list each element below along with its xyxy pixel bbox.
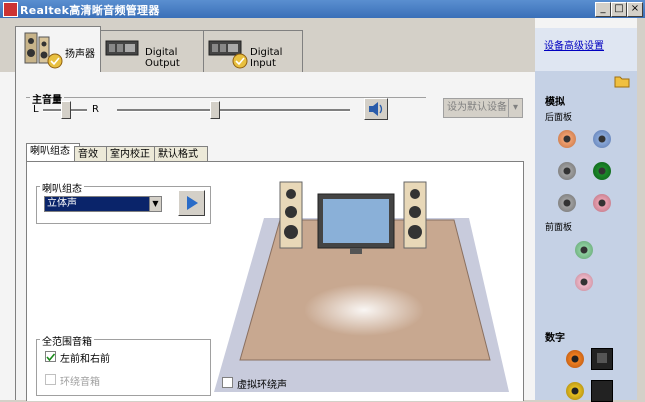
tab-digital-input[interactable]: Digital Input <box>203 30 303 73</box>
jack-rear-green[interactable] <box>593 162 611 180</box>
digital-output-icon <box>105 40 139 56</box>
front-speakers-label: 左前和右前 <box>60 354 110 365</box>
virtual-surround-checkbox[interactable] <box>222 377 233 388</box>
balance-right-label: R <box>92 104 99 115</box>
mute-button[interactable] <box>364 98 388 120</box>
speaker-config-select[interactable]: 立体声 ▼ <box>44 196 162 212</box>
jack-rear-gray-1[interactable] <box>558 162 576 180</box>
surround-speakers-checkbox[interactable] <box>45 374 56 385</box>
tab-default-format[interactable]: 默认格式 <box>154 146 208 162</box>
jack-front-green[interactable] <box>575 241 593 259</box>
advanced-settings-link[interactable]: 设备高级设置 <box>544 37 604 52</box>
app-icon <box>3 2 18 17</box>
tab-speaker-config-label: 喇叭组态 <box>30 146 70 157</box>
volume-slider-thumb[interactable] <box>210 101 220 119</box>
tab-room-correction-label: 室内校正 <box>110 149 150 160</box>
speaker-volume-icon <box>369 102 383 116</box>
front-speakers-checkbox[interactable] <box>45 351 56 362</box>
play-test-button[interactable] <box>178 190 205 216</box>
analog-label: 模拟 <box>545 97 565 108</box>
balance-slider-thumb[interactable] <box>61 101 71 119</box>
optical-port-icon-2[interactable] <box>591 380 613 402</box>
set-default-device-label: 设为默认设备 <box>447 102 507 113</box>
set-default-device-button[interactable]: 设为默认设备 ▾ <box>443 98 523 118</box>
fullrange-label: 全范围音箱 <box>40 333 94 348</box>
window-title: Realtek高清晰音频管理器 <box>20 4 160 17</box>
minimize-button[interactable]: _ <box>595 2 611 17</box>
virtual-surround-label: 虚拟环绕声 <box>237 380 287 391</box>
digital-input-icon <box>208 40 248 69</box>
tab-digital-output[interactable]: Digital Output <box>100 30 204 73</box>
surround-speakers-label: 环绕音箱 <box>60 377 100 388</box>
digital-label: 数字 <box>545 333 565 344</box>
maximize-button[interactable]: □ <box>611 2 627 17</box>
tab-speakers[interactable]: 扬声器 <box>15 26 101 74</box>
checkmark-icon <box>46 353 56 362</box>
speaker-icon <box>24 32 63 69</box>
tab-default-format-label: 默认格式 <box>158 149 198 160</box>
jack-rear-pink[interactable] <box>593 194 611 212</box>
front-panel-label: 前面板 <box>545 223 573 233</box>
chevron-down-icon: ▼ <box>149 197 161 211</box>
tab-speaker-config[interactable]: 喇叭组态 <box>26 143 80 162</box>
play-icon <box>187 196 198 210</box>
tab-speakers-label: 扬声器 <box>65 49 95 60</box>
tab-effects-label: 音效 <box>78 149 98 160</box>
jack-rear-blue[interactable] <box>593 130 611 148</box>
scrollbar[interactable] <box>637 18 645 400</box>
title-bar: Realtek高清晰音频管理器 _ □ × <box>0 0 645 18</box>
tab-room-correction[interactable]: 室内校正 <box>106 146 160 162</box>
folder-icon[interactable] <box>614 74 630 88</box>
volume-slider-track[interactable] <box>117 109 350 112</box>
tab-digital-output-label: Digital Output <box>145 47 180 69</box>
jack-digital-coax-2[interactable] <box>566 382 584 400</box>
rear-panel-label: 后面板 <box>545 113 573 123</box>
optical-port-icon[interactable] <box>591 348 613 370</box>
jack-front-pink[interactable] <box>575 273 593 291</box>
balance-left-label: L <box>33 104 39 115</box>
speaker-room-illustration <box>214 181 509 392</box>
jack-digital-coax[interactable] <box>566 350 584 368</box>
jack-rear-orange[interactable] <box>558 130 576 148</box>
tab-digital-input-label: Digital Input <box>250 47 283 69</box>
chevron-down-icon: ▾ <box>508 99 522 117</box>
speaker-config-value: 立体声 <box>45 197 150 211</box>
close-button[interactable]: × <box>627 2 643 17</box>
jack-rear-gray-2[interactable] <box>558 194 576 212</box>
speaker-config-label: 喇叭组态 <box>40 180 84 195</box>
